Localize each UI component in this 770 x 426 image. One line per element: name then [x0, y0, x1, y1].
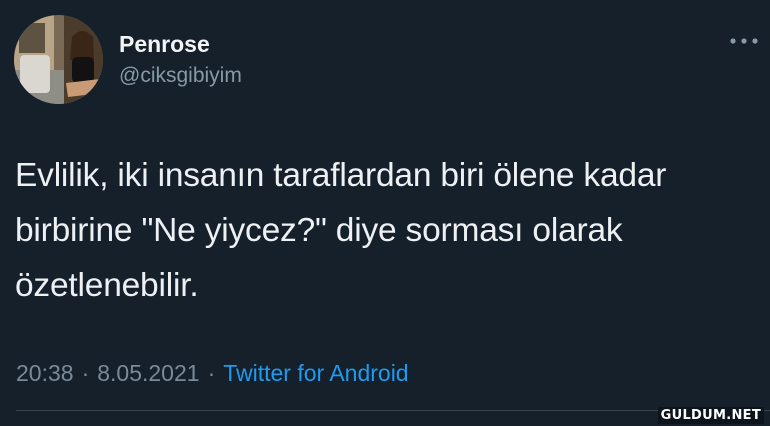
tweet-time[interactable]: 20:38 — [16, 360, 74, 386]
display-name[interactable]: Penrose — [119, 31, 210, 58]
tweet-meta: 20:38 · 8.05.2021 · Twitter for Android — [16, 360, 409, 387]
tweet-date[interactable]: 8.05.2021 — [97, 360, 199, 386]
meta-separator: · — [207, 360, 216, 386]
user-handle[interactable]: @ciksgibiyim — [119, 64, 242, 88]
more-dots-icon[interactable] — [727, 34, 761, 48]
watermark: GULDUM.NET — [657, 407, 764, 424]
tweet-source-link[interactable]: Twitter for Android — [223, 360, 408, 386]
avatar[interactable] — [14, 15, 103, 104]
tweet-card: Penrose @ciksgibiyim Evlilik, iki insanı… — [0, 0, 770, 426]
meta-separator: · — [81, 360, 90, 386]
tweet-text: Evlilik, iki insanın taraflardan biri öl… — [15, 157, 667, 304]
profile-photo — [14, 15, 103, 104]
